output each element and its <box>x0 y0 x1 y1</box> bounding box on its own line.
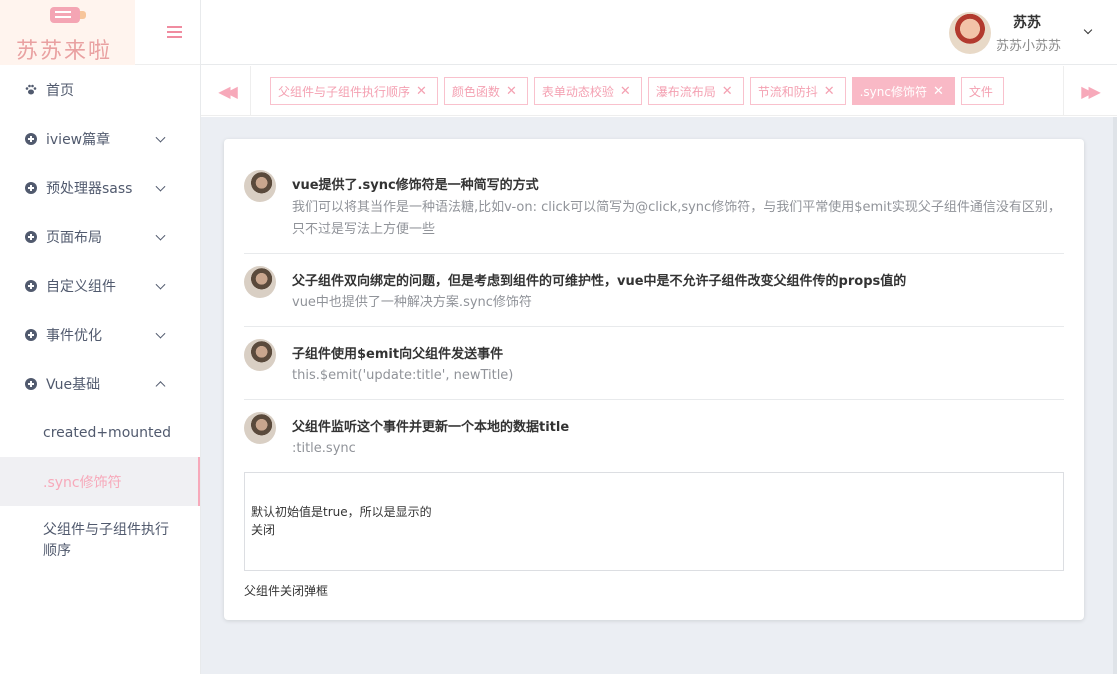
close-button[interactable]: 关闭 <box>251 521 275 538</box>
sidebar-item-sass[interactable]: 预处理器sass <box>0 163 200 212</box>
sidebar-item-label: 预处理器sass <box>46 180 133 197</box>
item-description: this.$emit('update:title', newTitle) <box>292 368 514 383</box>
tab-label: .sync修饰符 <box>859 84 927 99</box>
sidebar-item-label: Vue基础 <box>46 376 101 393</box>
sidebar-item-vue-basics[interactable]: Vue基础 <box>0 359 200 408</box>
avatar <box>244 412 276 444</box>
close-icon[interactable]: ✕ <box>722 84 733 99</box>
tab-execution-order[interactable]: 父组件与子组件执行顺序 ✕ <box>270 77 438 105</box>
sidebar-item-layout[interactable]: 页面布局 <box>0 212 200 261</box>
sidebar-item-label: 事件优化 <box>46 327 102 344</box>
sidebar-item-label: iview篇章 <box>46 131 111 148</box>
logo-text: 苏苏来啦 <box>16 39 113 64</box>
item-title: 父子组件双向绑定的问题，但是考虑到组件的可维护性，vue中是不允许子组件改变父组… <box>292 274 907 289</box>
menu-toggle-icon[interactable] <box>167 26 182 38</box>
user-subtitle: 苏苏小苏苏 <box>996 39 1062 54</box>
plus-circle-icon <box>25 328 37 341</box>
item-title: 子组件使用$emit向父组件发送事件 <box>292 347 504 362</box>
plus-circle-icon <box>25 132 37 145</box>
close-icon[interactable]: ✕ <box>824 84 835 99</box>
sidebar-subitem-created-mounted[interactable]: created+mounted <box>0 408 200 457</box>
tabs: 父组件与子组件执行顺序 ✕ 颜色函数 ✕ 表单动态校验 ✕ 瀑布流布局 ✕ 节流和防抖 ✕… <box>270 77 1044 105</box>
tab-label: 节流和防抖 <box>757 84 818 99</box>
sidebar-item-label: 自定义组件 <box>46 278 116 295</box>
divider <box>244 326 1064 327</box>
sidebar-subitem-sync-modifier[interactable]: .sync修饰符 <box>0 457 200 506</box>
sidebar-subitem-execution-order[interactable]: 父组件与子组件执行顺序 <box>0 506 200 576</box>
avatar <box>244 170 276 202</box>
plus-circle-icon <box>25 181 37 194</box>
sidebar-item-label: 首页 <box>46 82 74 99</box>
chevron-down-icon <box>155 132 166 143</box>
item-description: :title.sync <box>292 441 356 456</box>
tab-form-validation[interactable]: 表单动态校验 ✕ <box>533 77 642 105</box>
item-description: vue中也提供了一种解决方案.sync修饰符 <box>292 295 532 310</box>
item-title: vue提供了.sync修饰符是一种简写的方式 <box>292 178 539 193</box>
avatar <box>244 266 276 298</box>
sidebar-item-iview[interactable]: iview篇章 <box>0 114 200 163</box>
tab-label: 文件 <box>968 84 993 99</box>
sidebar: 苏苏来啦 首页 iview篇章 预处理器sass 页面布局 自定义组件 事件优化… <box>0 0 201 674</box>
modal-text: 默认初始值是true，所以是显示的 <box>251 505 432 519</box>
tab-color-functions[interactable]: 颜色函数 ✕ <box>443 77 528 105</box>
content-card: vue提供了.sync修饰符是一种简写的方式 我们可以将其当作是一种语法糖,比如… <box>224 139 1084 620</box>
plus-circle-icon <box>25 377 37 390</box>
parent-close-button[interactable]: 父组件关闭弹框 <box>244 582 328 599</box>
close-icon[interactable]: ✕ <box>620 84 631 99</box>
tab-files[interactable]: 文件 <box>960 77 1004 105</box>
chevron-up-icon <box>155 380 166 391</box>
logo-tube-icon <box>50 7 86 23</box>
child-modal: 默认初始值是true，所以是显示的 关闭 <box>244 472 1064 571</box>
close-icon[interactable]: ✕ <box>506 84 517 99</box>
plus-circle-icon <box>25 230 37 243</box>
sidebar-item-label: 页面布局 <box>46 229 102 246</box>
divider <box>244 399 1064 400</box>
tab-label: 瀑布流布局 <box>655 84 716 99</box>
chevron-down-icon <box>155 181 166 192</box>
top-header: 苏苏 苏苏小苏苏 <box>201 0 1117 65</box>
sidebar-item-event-optimization[interactable]: 事件优化 <box>0 310 200 359</box>
sidebar-subitem-label: 父组件与子组件执行顺序 <box>43 522 169 559</box>
tab-label: 颜色函数 <box>451 84 500 99</box>
scrollbar[interactable] <box>1113 117 1117 674</box>
chevron-down-icon <box>155 230 166 241</box>
sidebar-menu: 首页 iview篇章 预处理器sass 页面布局 自定义组件 事件优化 Vue基… <box>0 65 200 576</box>
close-icon[interactable]: ✕ <box>416 84 427 99</box>
tab-scroll-left-icon[interactable]: ◀◀ <box>201 66 251 116</box>
tab-sync-modifier[interactable]: .sync修饰符 ✕ <box>851 77 955 105</box>
tab-scroll-right-icon[interactable]: ▶▶ <box>1063 66 1113 116</box>
user-name: 苏苏 <box>1013 15 1041 31</box>
tab-waterfall-layout[interactable]: 瀑布流布局 ✕ <box>647 77 744 105</box>
plus-circle-icon <box>25 279 37 292</box>
sidebar-subitem-label: created+mounted <box>43 424 171 441</box>
chevron-down-icon[interactable] <box>1083 25 1093 35</box>
tab-label: 父组件与子组件执行顺序 <box>278 84 411 99</box>
user-avatar[interactable] <box>949 12 991 54</box>
logo[interactable]: 苏苏来啦 <box>0 0 135 65</box>
chevron-down-icon <box>155 328 166 339</box>
sidebar-item-home[interactable]: 首页 <box>0 65 200 114</box>
sidebar-item-custom-components[interactable]: 自定义组件 <box>0 261 200 310</box>
chevron-down-icon <box>155 279 166 290</box>
close-icon[interactable]: ✕ <box>933 84 944 99</box>
tab-label: 表单动态校验 <box>541 84 614 99</box>
tabs-viewport: 父组件与子组件执行顺序 ✕ 颜色函数 ✕ 表单动态校验 ✕ 瀑布流布局 ✕ 节流和防抖 ✕… <box>270 77 1044 105</box>
divider <box>244 253 1064 254</box>
tab-bar: ◀◀ 父组件与子组件执行顺序 ✕ 颜色函数 ✕ 表单动态校验 ✕ 瀑布流布局 ✕ 节流和… <box>201 66 1117 116</box>
paw-icon <box>25 84 37 94</box>
item-title: 父组件监听这个事件并更新一个本地的数据title <box>292 420 570 435</box>
tab-throttle-debounce[interactable]: 节流和防抖 ✕ <box>749 77 846 105</box>
sidebar-subitem-label: .sync修饰符 <box>43 474 122 491</box>
logo-area: 苏苏来啦 <box>0 0 200 65</box>
avatar <box>244 339 276 371</box>
item-description: 我们可以将其当作是一种语法糖,比如v-on: click可以简写为@click,… <box>292 200 1061 237</box>
